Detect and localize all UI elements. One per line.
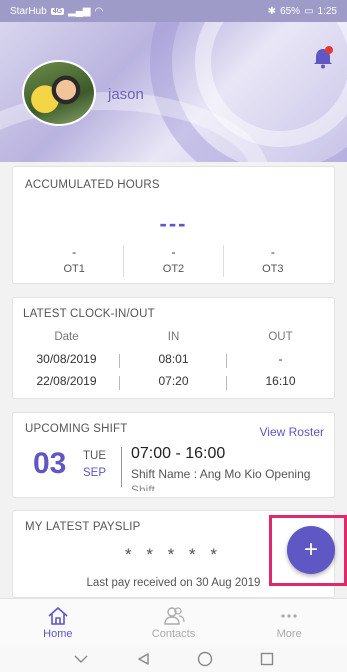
shift-month: SEP: [83, 467, 107, 479]
clock-date: 22/08/2019: [13, 374, 120, 390]
battery-icon: ▭: [304, 5, 314, 17]
ot2-value: -: [171, 245, 176, 259]
clock-date: 30/08/2019: [13, 352, 120, 368]
notification-bell-icon[interactable]: [312, 46, 334, 70]
ot-summary: - OT1 - OT2 - OT3: [25, 245, 322, 277]
nav-item-contacts[interactable]: Contacts: [116, 599, 232, 646]
column-header-out: OUT: [268, 331, 293, 343]
status-time: 1:25: [317, 5, 337, 17]
clock-in-time: 08:01: [120, 352, 227, 368]
table-row: 30/08/2019 08:01 -: [13, 348, 334, 370]
shift-name: Shift Name : Ang Mo Kio Opening: [131, 467, 311, 481]
avatar[interactable]: [22, 60, 96, 126]
nav-label-more: More: [276, 627, 302, 640]
table-row: 22/08/2019 07:20 16:10: [13, 370, 334, 392]
ot2-column: - OT2: [124, 245, 224, 277]
ot1-value: -: [72, 245, 77, 259]
ot3-label: OT3: [262, 263, 284, 275]
fab-highlight-box: +: [269, 515, 347, 586]
more-icon: [281, 613, 297, 618]
chevron-down-icon[interactable]: [73, 654, 89, 664]
battery-percent: 65%: [280, 5, 301, 17]
column-header-in: IN: [167, 331, 180, 343]
bluetooth-icon: ✱: [267, 5, 277, 17]
network-badge: 4G: [50, 7, 65, 15]
recents-square-icon[interactable]: [260, 652, 274, 666]
accumulated-hours-total: ---: [159, 211, 188, 236]
shift-day-number: 03: [33, 447, 67, 480]
username: jason: [108, 86, 144, 103]
view-roster-link[interactable]: View Roster: [260, 425, 324, 439]
carrier-name: StarHub: [10, 5, 47, 17]
ot1-column: - OT1: [25, 245, 125, 277]
clock-table-header: Date IN OUT: [13, 326, 334, 348]
clock-in-out-card[interactable]: LATEST CLOCK-IN/OUT Date IN OUT 30/08/20…: [12, 297, 335, 399]
system-navigation-bar: [0, 646, 347, 672]
clock-out-time: -: [278, 352, 283, 366]
accumulated-hours-card[interactable]: ACCUMULATED HOURS --- - OT1 - OT2 - OT3: [12, 166, 335, 284]
clock-out-time: 16:10: [265, 374, 296, 388]
wifi-icon: ◠: [94, 5, 104, 17]
clock-table: Date IN OUT 30/08/2019 08:01 - 22/08/201…: [13, 326, 334, 392]
status-bar: StarHub 4G ▂▄▆ ◠ ✱ 65% ▭ 1:25: [0, 0, 347, 22]
column-header-date: Date: [54, 331, 79, 343]
shift-day-of-week: TUE: [83, 450, 106, 462]
accumulated-hours-title: ACCUMULATED HOURS: [25, 179, 160, 191]
ot1-label: OT1: [63, 263, 85, 275]
home-icon: [48, 606, 68, 625]
nav-item-home[interactable]: Home: [0, 599, 116, 646]
ot3-column: - OT3: [224, 245, 322, 277]
nav-item-more[interactable]: More: [231, 599, 347, 646]
shift-name-overflow: Shift: [131, 483, 156, 491]
shift-divider: [121, 447, 122, 487]
nav-label-contacts: Contacts: [151, 627, 196, 640]
clock-in-time: 07:20: [120, 374, 227, 390]
back-icon[interactable]: [136, 652, 150, 666]
home-circle-icon[interactable]: [197, 651, 213, 667]
contacts-icon: [163, 606, 185, 625]
ot3-value: -: [270, 245, 275, 259]
clock-in-out-title: LATEST CLOCK-IN/OUT: [23, 308, 155, 320]
profile-header: jason: [0, 22, 347, 162]
nav-label-home: Home: [43, 627, 73, 640]
shift-time: 07:00 - 16:00: [131, 445, 226, 462]
add-button[interactable]: +: [287, 526, 335, 574]
ot2-label: OT2: [162, 263, 185, 275]
signal-icon: ▂▄▆: [68, 5, 91, 17]
upcoming-shift-card[interactable]: UPCOMING SHIFT View Roster 03 TUE SEP 07…: [12, 412, 335, 498]
bottom-navigation: Home Contacts More: [0, 598, 347, 646]
